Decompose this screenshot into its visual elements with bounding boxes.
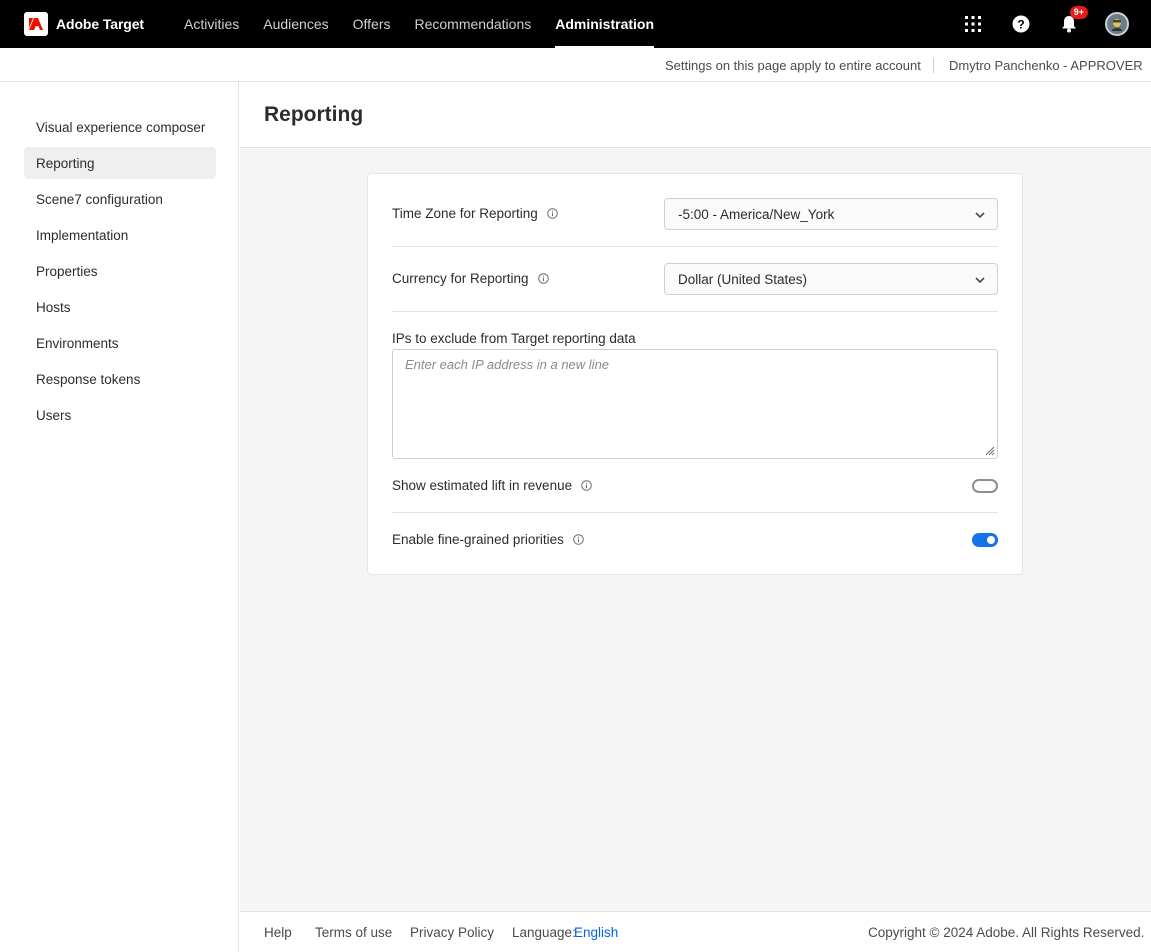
currency-select[interactable]: Dollar (United States) (664, 263, 998, 295)
admin-sidebar: Visual experience composer Reporting Sce… (0, 82, 239, 952)
divider (933, 58, 934, 73)
priorities-label: Enable fine-grained priorities (392, 532, 564, 547)
footer-copyright: Copyright © 2024 Adobe. All Rights Reser… (868, 925, 1145, 940)
info-icon[interactable] (547, 208, 558, 219)
ip-exclusion-placeholder: Enter each IP address in a new line (405, 357, 610, 372)
sidebar-item-reporting[interactable]: Reporting (24, 147, 216, 179)
currency-row: Currency for Reporting (392, 271, 549, 286)
page-title: Reporting (264, 103, 364, 126)
help-icon[interactable]: ? (1009, 12, 1033, 36)
main-content: Reporting Time Zone for Reporting -5:00 … (240, 82, 1151, 952)
app-name: Adobe Target (56, 16, 144, 32)
reporting-settings-card: Time Zone for Reporting -5:00 - America/… (367, 173, 1023, 575)
info-icon[interactable] (573, 534, 584, 545)
resize-handle-icon[interactable] (983, 444, 995, 456)
chevron-down-icon (975, 212, 985, 219)
timezone-label: Time Zone for Reporting (392, 206, 538, 221)
ip-exclusion-row: IPs to exclude from Target reporting dat… (392, 331, 636, 346)
page-header: Reporting (240, 82, 1151, 148)
sidebar-item-response-tokens[interactable]: Response tokens (24, 363, 216, 395)
footer-terms-link[interactable]: Terms of use (315, 925, 392, 940)
nav-audiences[interactable]: Audiences (263, 0, 328, 48)
sidebar-item-implementation[interactable]: Implementation (24, 219, 216, 251)
nav-activities[interactable]: Activities (184, 0, 239, 48)
notification-badge: 9+ (1069, 6, 1088, 19)
sidebar-item-properties[interactable]: Properties (24, 255, 216, 287)
timezone-row: Time Zone for Reporting (392, 206, 558, 221)
svg-text:?: ? (1017, 18, 1024, 32)
sidebar-item-hosts[interactable]: Hosts (24, 291, 216, 323)
currency-value: Dollar (United States) (678, 271, 808, 287)
info-icon[interactable] (581, 480, 592, 491)
lift-row: Show estimated lift in revenue (392, 478, 592, 493)
lift-toggle[interactable] (972, 479, 998, 493)
user-avatar[interactable] (1105, 12, 1129, 36)
divider (392, 246, 998, 247)
divider (392, 512, 998, 513)
timezone-select[interactable]: -5:00 - America/New_York (664, 198, 998, 230)
nav-recommendations[interactable]: Recommendations (415, 0, 532, 48)
info-icon[interactable] (537, 273, 549, 284)
footer-help-link[interactable]: Help (264, 925, 292, 940)
notifications-icon[interactable]: 9+ (1057, 6, 1088, 36)
priorities-row: Enable fine-grained priorities (392, 532, 584, 547)
ip-exclusion-label: IPs to exclude from Target reporting dat… (392, 331, 636, 346)
toggle-knob (987, 536, 995, 544)
ip-exclusion-textarea[interactable]: Enter each IP address in a new line (392, 349, 998, 459)
app-switcher-icon[interactable] (961, 12, 985, 36)
sidebar-item-scene7-configuration[interactable]: Scene7 configuration (24, 183, 216, 215)
avatar-icon (1105, 12, 1129, 36)
nav-actions: ? 9+ (937, 0, 1129, 48)
divider (392, 311, 998, 312)
sidebar-item-visual-experience-composer[interactable]: Visual experience composer (24, 111, 216, 143)
footer-language-link[interactable]: English (574, 925, 618, 940)
nav-administration[interactable]: Administration (555, 0, 654, 48)
account-scope-notice: Settings on this page apply to entire ac… (665, 58, 921, 73)
footer: Help Terms of use Privacy Policy Languag… (240, 911, 1151, 952)
adobe-logo-icon (24, 12, 48, 36)
sidebar-item-users[interactable]: Users (24, 399, 216, 431)
brand[interactable]: Adobe Target (24, 0, 144, 48)
currency-label: Currency for Reporting (392, 271, 529, 286)
top-nav: Adobe Target Activities Audiences Offers… (0, 0, 1151, 48)
sidebar-item-environments[interactable]: Environments (24, 327, 216, 359)
timezone-value: -5:00 - America/New_York (678, 206, 835, 222)
toggle-knob (975, 482, 983, 490)
footer-privacy-link[interactable]: Privacy Policy (410, 925, 494, 940)
nav-offers[interactable]: Offers (353, 0, 391, 48)
priorities-toggle[interactable] (972, 533, 998, 547)
main-nav: Activities Audiences Offers Recommendati… (184, 0, 678, 48)
account-info-bar: Settings on this page apply to entire ac… (0, 48, 1151, 82)
current-user-label: Dmytro Panchenko - APPROVER (949, 58, 1143, 73)
footer-language-label: Language: (512, 925, 576, 940)
lift-label: Show estimated lift in revenue (392, 478, 573, 493)
chevron-down-icon (975, 277, 985, 284)
